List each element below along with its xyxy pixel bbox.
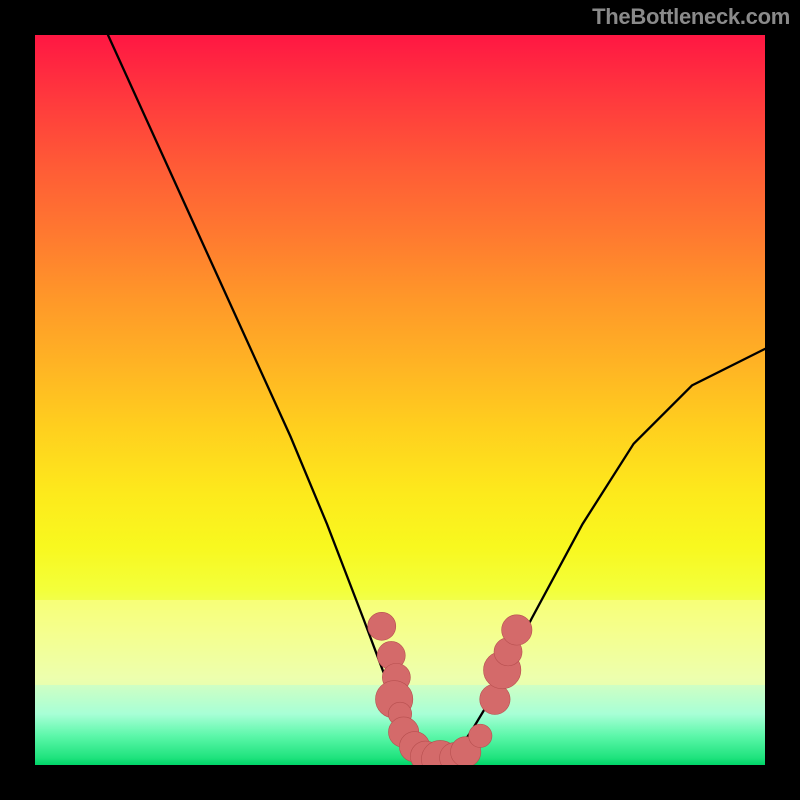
curve-group	[108, 35, 765, 760]
data-marker	[368, 612, 396, 640]
chart-svg	[35, 35, 765, 765]
data-marker	[502, 615, 532, 645]
data-marker	[469, 724, 492, 747]
chart-container: TheBottleneck.com	[0, 0, 800, 800]
watermark-text: TheBottleneck.com	[592, 4, 790, 30]
marker-group	[368, 612, 532, 765]
